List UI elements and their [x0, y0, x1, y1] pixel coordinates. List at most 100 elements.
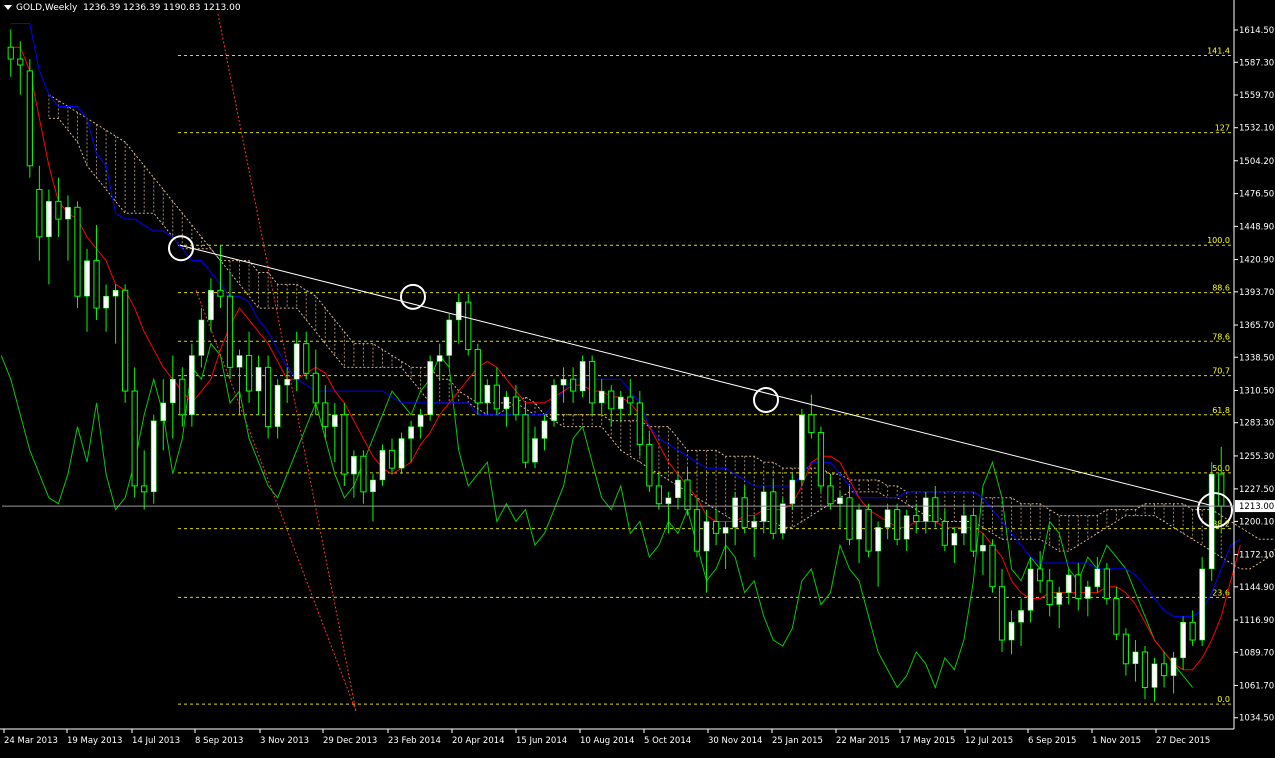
- candle-body: [1008, 622, 1015, 641]
- candle-body: [970, 515, 977, 552]
- candle-body: [1037, 568, 1044, 582]
- candle-body: [712, 520, 720, 534]
- y-tick-label: 1089.70: [1239, 648, 1274, 658]
- candle-body: [798, 414, 805, 481]
- candle-body: [1094, 568, 1101, 587]
- candle-body: [351, 456, 357, 475]
- x-tick-label: 22 Mar 2015: [836, 736, 890, 746]
- candle-body: [655, 485, 663, 505]
- symbol-label: GOLD,Weekly: [16, 3, 78, 13]
- candle-body: [1075, 574, 1082, 600]
- candle-body: [293, 343, 300, 380]
- x-tick-label: 12 Jul 2015: [965, 736, 1013, 746]
- x-tick-label: 29 Dec 2013: [323, 736, 377, 746]
- candle-body: [1151, 663, 1158, 688]
- candle-body: [1027, 568, 1034, 611]
- candle-body: [331, 414, 338, 427]
- candle-body: [817, 432, 825, 487]
- candle-body: [465, 301, 472, 351]
- x-tick-label: 25 Jan 2015: [772, 736, 823, 746]
- candle-body: [208, 290, 214, 321]
- candle-body: [856, 509, 862, 540]
- fib-label: 88.6: [1212, 284, 1230, 293]
- candle-body: [169, 378, 176, 404]
- candle-body: [141, 485, 148, 493]
- candle-body: [1132, 651, 1139, 665]
- y-tick-label: 1476.50: [1239, 190, 1274, 200]
- candle-body: [1208, 473, 1215, 570]
- x-tick-label: 27 Dec 2015: [1156, 736, 1210, 746]
- y-tick-label: 1116.90: [1239, 616, 1274, 626]
- y-tick-label: 1448.90: [1239, 222, 1274, 232]
- ohlc-readout: 1236.39 1236.39 1190.83 1213.00: [83, 3, 241, 13]
- candle-body: [665, 497, 672, 504]
- candle-body: [1113, 598, 1120, 635]
- y-tick-label: 1310.50: [1239, 386, 1274, 396]
- candle-body: [703, 521, 710, 552]
- candle-body: [341, 414, 348, 475]
- candle-body: [789, 479, 796, 504]
- candle-body: [179, 378, 186, 416]
- candle-body: [693, 509, 701, 552]
- candle-body: [1056, 592, 1063, 605]
- candle-body: [951, 533, 958, 546]
- chart-area[interactable]: 141.4127100.088.678.670.761.850.038.223.…: [0, 0, 1275, 754]
- candle-body: [236, 355, 243, 368]
- candle-body: [732, 497, 739, 528]
- candle-body: [1160, 663, 1168, 677]
- fib-label: 100.0: [1207, 236, 1230, 245]
- candle-body: [541, 420, 548, 439]
- candle-body: [1065, 574, 1072, 593]
- candle-body: [760, 491, 767, 522]
- candle-body: [122, 289, 129, 392]
- candle-body: [741, 497, 748, 528]
- candle-body: [74, 206, 81, 297]
- candle-body: [512, 396, 520, 416]
- x-tick-label: 8 Sep 2013: [195, 736, 243, 746]
- candle-body: [1170, 657, 1177, 676]
- y-tick-label: 1061.70: [1239, 681, 1274, 691]
- candle-body: [245, 354, 253, 392]
- candle-body: [1018, 610, 1024, 623]
- candle-body: [1122, 633, 1130, 665]
- candle-body: [455, 301, 462, 321]
- candle-body: [160, 402, 167, 421]
- candle-body: [998, 586, 1006, 641]
- candle-body: [55, 200, 62, 220]
- chart-canvas: 141.4127100.088.678.670.761.850.038.223.…: [0, 0, 1275, 754]
- candle-body: [684, 479, 691, 511]
- candle-body: [484, 384, 491, 404]
- candle-body: [1141, 651, 1149, 688]
- x-tick-label: 24 Mar 2013: [4, 736, 58, 746]
- candle-body: [894, 509, 901, 540]
- x-tick-label: 23 Feb 2014: [388, 736, 441, 746]
- candle-body: [1199, 568, 1206, 641]
- x-tick-label: 19 May 2013: [67, 736, 122, 746]
- candle-body: [322, 402, 329, 428]
- candle-body: [846, 497, 853, 540]
- x-tick-label: 10 Aug 2014: [580, 736, 634, 746]
- candle-body: [436, 355, 443, 362]
- candle-body: [751, 521, 758, 528]
- candle-body: [388, 449, 396, 469]
- candle-body: [274, 384, 281, 427]
- candle-body: [722, 527, 729, 534]
- dropdown-arrow-icon[interactable]: [4, 5, 12, 10]
- candle-body: [1218, 473, 1225, 507]
- candle-body: [474, 349, 481, 404]
- candle-body: [370, 479, 376, 493]
- y-tick-label: 1532.10: [1239, 124, 1274, 134]
- candle-body: [627, 396, 634, 404]
- x-tick-label: 15 Jun 2014: [516, 736, 567, 746]
- candle-body: [417, 414, 424, 427]
- chart-header: GOLD,Weekly 1236.39 1236.39 1190.83 1213…: [4, 3, 241, 13]
- candle-body: [608, 390, 615, 410]
- candle-body: [264, 366, 272, 428]
- y-tick-label: 1283.30: [1239, 419, 1274, 429]
- y-tick-label: 1172.10: [1239, 551, 1274, 561]
- candle-body: [284, 378, 291, 386]
- candle-body: [1180, 622, 1186, 659]
- y-tick-label: 1144.90: [1239, 583, 1274, 593]
- candle-body: [837, 497, 843, 504]
- candle-body: [226, 295, 234, 368]
